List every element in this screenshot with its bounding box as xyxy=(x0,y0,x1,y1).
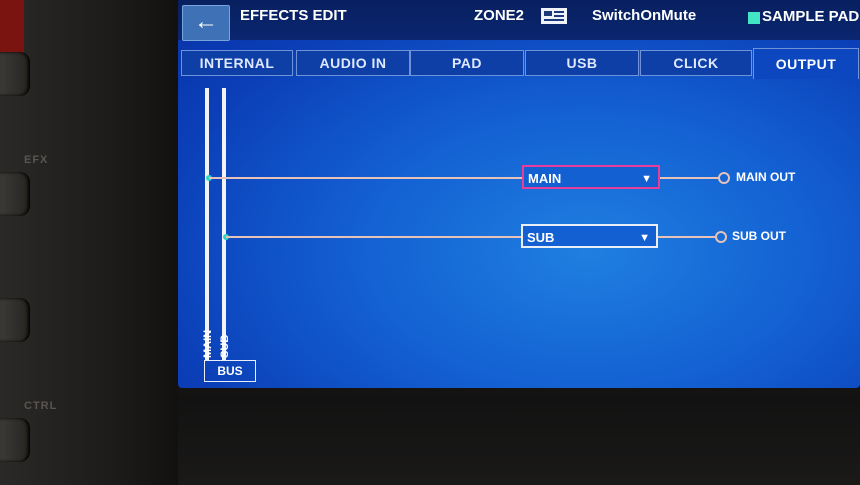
sub-out-line xyxy=(658,236,716,238)
hardware-label-efx: EFX xyxy=(24,154,49,166)
sample-pad-label[interactable]: SAMPLE PAD xyxy=(762,8,859,25)
sample-pad-indicator-icon xyxy=(748,12,760,24)
tab-pad[interactable]: PAD xyxy=(410,50,524,76)
bus-box: BUS xyxy=(204,360,256,382)
main-output-select-value: MAIN xyxy=(528,171,562,186)
back-arrow-button[interactable]: ← xyxy=(182,5,230,41)
dropdown-arrow-icon: ▼ xyxy=(641,173,652,185)
tab-internal[interactable]: INTERNAL xyxy=(181,50,293,76)
tab-bar: INTERNAL AUDIO IN PAD USB CLICK OUTPUT xyxy=(181,48,859,79)
sub-output-select-value: SUB xyxy=(527,230,555,245)
bus-label-sub: SUB xyxy=(219,334,231,358)
lcd-screen: ← EFFECTS EDIT ZONE2 SwitchOnMute SAMPLE… xyxy=(178,0,860,388)
sub-out-label: SUB OUT xyxy=(732,229,786,243)
tab-audio-in[interactable]: AUDIO IN xyxy=(296,50,410,76)
bus-line-main xyxy=(205,88,209,360)
dropdown-arrow-icon: ▼ xyxy=(639,232,650,244)
page-title: EFFECTS EDIT xyxy=(240,7,347,24)
bus-label-main: MAIN xyxy=(202,329,214,358)
hardware-knob xyxy=(0,52,30,96)
hardware-knob xyxy=(0,418,30,462)
sub-output-select[interactable]: SUB ▼ xyxy=(521,224,658,248)
main-route-line xyxy=(209,177,523,179)
main-out-label: MAIN OUT xyxy=(736,170,796,184)
tab-click[interactable]: CLICK xyxy=(640,50,752,76)
main-out-line xyxy=(660,177,718,179)
tab-output[interactable]: OUTPUT xyxy=(753,48,859,79)
zone-label: ZONE2 xyxy=(474,7,525,24)
device-bezel-bottom xyxy=(178,395,860,485)
main-out-jack-icon xyxy=(718,172,730,184)
tab-usb[interactable]: USB xyxy=(525,50,639,76)
hardware-knob xyxy=(0,172,30,216)
main-output-select[interactable]: MAIN ▼ xyxy=(522,165,660,189)
back-arrow-icon: ← xyxy=(194,8,218,35)
hardware-label-ctrl: CTRL xyxy=(24,400,58,412)
header-bar: ← EFFECTS EDIT ZONE2 SwitchOnMute SAMPLE… xyxy=(178,0,860,41)
sub-route-line xyxy=(226,236,521,238)
sub-out-jack-icon xyxy=(715,231,727,243)
kit-icon xyxy=(541,8,567,24)
bus-line-sub xyxy=(222,88,226,360)
hardware-knob xyxy=(0,298,30,342)
kit-name: SwitchOnMute xyxy=(592,7,697,24)
